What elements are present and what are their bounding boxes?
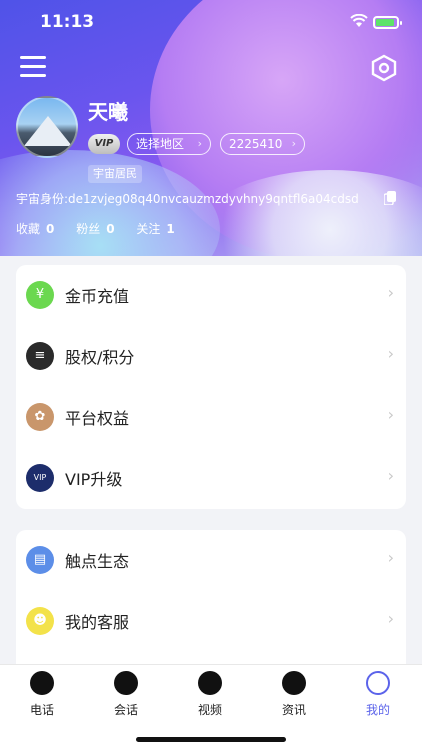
menu-label: 我的客服 — [65, 613, 130, 632]
identity-text: 宇宙身份:de1zvjeg08q40nvcauzmzdyvhny9qntfl6a… — [16, 192, 359, 206]
store-icon: ▤ — [26, 546, 54, 574]
menu-label: 平台权益 — [65, 409, 130, 428]
chevron-right-icon: › — [387, 609, 394, 628]
menu-label: 股权/积分 — [65, 348, 135, 367]
menu-item-support[interactable]: ☻ 我的客服 › — [16, 591, 406, 652]
coin-icon: ¥ — [26, 281, 54, 309]
vip-badge: VIP — [88, 134, 120, 154]
menu-item-vip[interactable]: VIP VIP升级 › — [16, 448, 406, 509]
menu-item-recharge[interactable]: ¥ 金币充值 › — [16, 265, 406, 326]
vip-icon: VIP — [26, 464, 54, 492]
chat-icon — [114, 671, 138, 695]
menu-label: 触点生态 — [65, 552, 130, 571]
wifi-icon — [350, 13, 368, 32]
region-select-button[interactable]: 选择地区 › — [127, 133, 211, 155]
chevron-right-icon: › — [387, 466, 394, 485]
tab-phone[interactable]: 电话 — [0, 671, 84, 718]
news-icon — [282, 671, 306, 695]
database-icon: ≡ — [26, 342, 54, 370]
menu-item-equity[interactable]: ≡ 股权/积分 › — [16, 326, 406, 387]
tab-chat[interactable]: 会话 — [84, 671, 168, 718]
chevron-right-icon: › — [387, 548, 394, 567]
profile-header: 11:13 天曦 VIP 选择地区 › 2225410 › 宇宙居民 宇宙身份:… — [0, 0, 422, 256]
copy-icon[interactable] — [383, 190, 396, 206]
home-indicator — [136, 737, 286, 742]
menu-item-benefits[interactable]: ✿ 平台权益 › — [16, 387, 406, 448]
avatar[interactable] — [16, 96, 78, 158]
certificate-icon: ✿ — [26, 403, 54, 431]
resident-tag: 宇宙居民 — [88, 165, 142, 183]
tab-label: 我的 — [365, 703, 390, 717]
tab-label: 会话 — [113, 703, 138, 717]
battery-icon — [373, 16, 402, 29]
chevron-right-icon: › — [387, 283, 394, 302]
chevron-right-icon: › — [387, 344, 394, 363]
menu-icon[interactable] — [20, 56, 46, 78]
stats-row: 收藏 0 粉丝 0 关注 1 — [16, 220, 193, 237]
menu-label: VIP升级 — [65, 470, 123, 489]
stat-favorites[interactable]: 收藏 0 — [16, 220, 54, 237]
tab-mine[interactable]: 我的 — [336, 671, 420, 718]
region-label: 选择地区 — [136, 137, 185, 151]
status-bar: 11:13 — [0, 12, 422, 34]
status-time: 11:13 — [40, 12, 95, 32]
support-icon: ☻ — [26, 607, 54, 635]
menu-card-primary: ¥ 金币充值 › ≡ 股权/积分 › ✿ 平台权益 › VIP VIP升级 › — [16, 265, 406, 509]
phone-icon — [30, 671, 54, 695]
stat-following[interactable]: 关注 1 — [136, 220, 174, 237]
stat-followers[interactable]: 粉丝 0 — [76, 220, 114, 237]
chevron-right-icon: › — [387, 405, 394, 424]
menu-item-ecosystem[interactable]: ▤ 触点生态 › — [16, 530, 406, 591]
tab-news[interactable]: 资讯 — [252, 671, 336, 718]
menu-label: 金币充值 — [65, 287, 130, 306]
chevron-right-icon: › — [197, 137, 202, 150]
settings-icon[interactable] — [370, 54, 398, 82]
tab-label: 资讯 — [281, 703, 306, 717]
tab-video[interactable]: 视频 — [168, 671, 252, 718]
tab-label: 电话 — [29, 703, 54, 717]
chevron-right-icon: › — [291, 137, 296, 150]
tab-label: 视频 — [197, 703, 222, 717]
video-icon — [198, 671, 222, 695]
user-id: 2225410 — [229, 137, 283, 151]
profile-icon — [366, 671, 390, 695]
username: 天曦 — [88, 100, 128, 124]
user-id-button[interactable]: 2225410 › — [220, 133, 305, 155]
